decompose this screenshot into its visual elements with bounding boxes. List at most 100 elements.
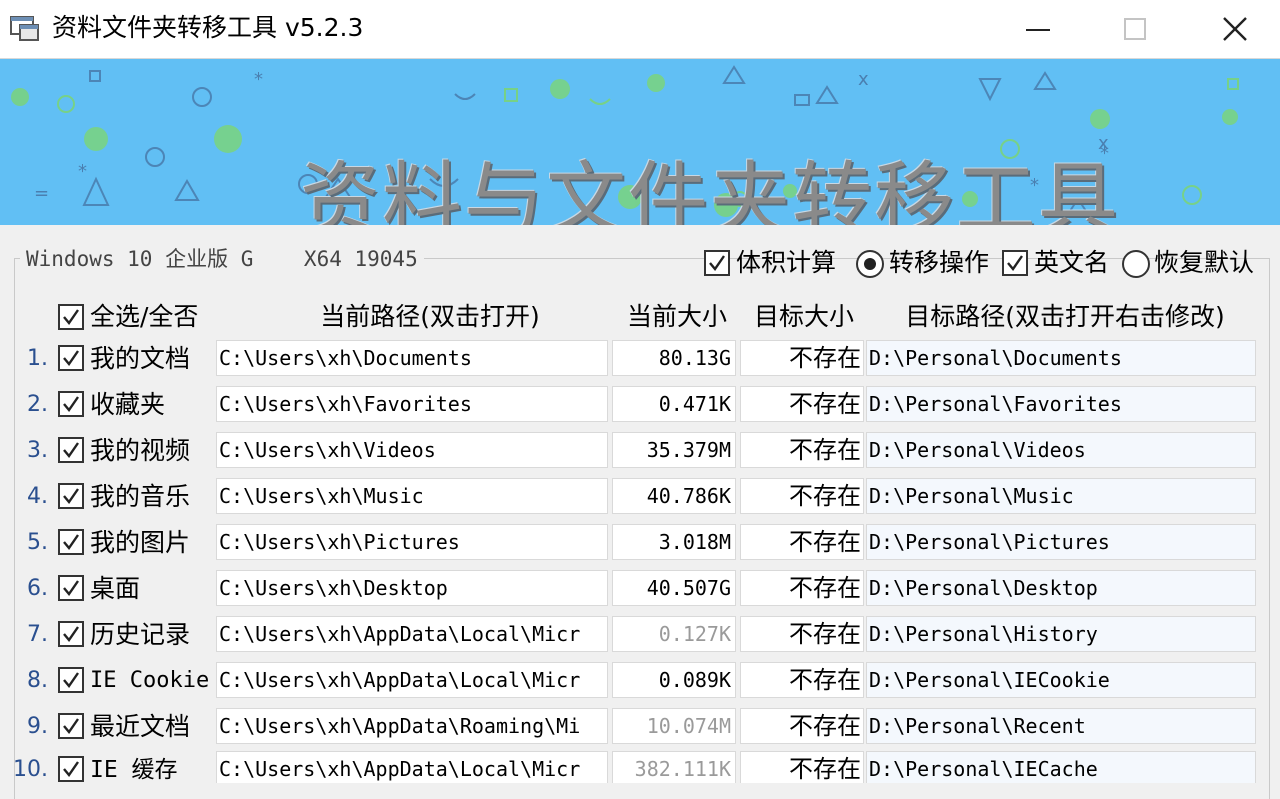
row-number: 5.: [27, 530, 48, 555]
row-label: IE 缓存: [90, 757, 178, 783]
target-size-field: 不存在: [740, 570, 864, 606]
target-path-field[interactable]: D:\Personal\Documents: [866, 340, 1256, 376]
restore-default-radio[interactable]: [1122, 250, 1150, 278]
table-row: 1. 我的文档 C:\Users\xh\Documents 80.13G 不存在…: [0, 336, 1280, 382]
table-row: 7. 历史记录 C:\Users\xh\AppData\Local\Micr 0…: [0, 612, 1280, 658]
transfer-op-label: 转移操作: [889, 248, 990, 277]
maximize-icon: [1124, 18, 1146, 40]
row-label: 历史记录: [90, 620, 191, 649]
banner: * * * * = x x 资料与文件夹转移工具: [0, 59, 1280, 225]
row-checkbox[interactable]: [58, 756, 84, 782]
close-icon: [1223, 17, 1247, 41]
title-bar[interactable]: 资料文件夹转移工具 v5.2.3: [0, 0, 1280, 59]
current-path-field[interactable]: C:\Users\xh\AppData\Local\Micr: [216, 662, 608, 698]
check-icon: [1007, 255, 1023, 271]
current-size-field: 35.379M: [612, 432, 736, 468]
current-path-field[interactable]: C:\Users\xh\Videos: [216, 432, 608, 468]
restore-default-label: 恢复默认: [1154, 248, 1255, 277]
banner-title: 资料与文件夹转移工具: [300, 153, 1120, 226]
header-target-size: 目标大小: [753, 302, 854, 331]
check-icon: [63, 534, 79, 550]
header-current-path: 当前路径(双击打开): [320, 302, 540, 331]
select-all-checkbox[interactable]: [58, 304, 84, 330]
row-label: 我的音乐: [90, 482, 191, 511]
current-path-field[interactable]: C:\Users\xh\Documents: [216, 340, 608, 376]
row-checkbox[interactable]: [58, 667, 84, 693]
table-row: 6. 桌面 C:\Users\xh\Desktop 40.507G 不存在 D:…: [0, 566, 1280, 612]
target-path-field[interactable]: D:\Personal\Videos: [866, 432, 1256, 468]
target-path-field[interactable]: D:\Personal\IECache: [866, 751, 1256, 783]
target-size-field: 不存在: [740, 751, 864, 783]
row-checkbox[interactable]: [58, 621, 84, 647]
current-size-field: 3.018M: [612, 524, 736, 560]
current-size-field: 40.786K: [612, 478, 736, 514]
target-size-field: 不存在: [740, 708, 864, 744]
current-size-field: 0.127K: [612, 616, 736, 652]
target-path-field[interactable]: D:\Personal\Pictures: [866, 524, 1256, 560]
row-number: 6.: [27, 576, 48, 601]
check-icon: [63, 350, 79, 366]
row-label: 桌面: [90, 574, 141, 603]
row-checkbox[interactable]: [58, 529, 84, 555]
table-row: 8. IE Cookie C:\Users\xh\AppData\Local\M…: [0, 658, 1280, 704]
row-label: 最近文档: [90, 712, 191, 741]
current-path-field[interactable]: C:\Users\xh\Desktop: [216, 570, 608, 606]
row-label: IE Cookie: [90, 668, 210, 693]
maximize-button[interactable]: [1090, 0, 1180, 58]
row-number: 10.: [13, 757, 48, 782]
row-label: 我的视频: [90, 436, 191, 465]
check-icon: [63, 488, 79, 504]
row-checkbox[interactable]: [58, 345, 84, 371]
target-path-field[interactable]: D:\Personal\Favorites: [866, 386, 1256, 422]
row-checkbox[interactable]: [58, 713, 84, 739]
target-path-field[interactable]: D:\Personal\Music: [866, 478, 1256, 514]
current-path-field[interactable]: C:\Users\xh\AppData\Roaming\Mi: [216, 708, 608, 744]
current-path-field[interactable]: C:\Users\xh\AppData\Local\Micr: [216, 616, 608, 652]
table-row: 9. 最近文档 C:\Users\xh\AppData\Roaming\Mi 1…: [0, 704, 1280, 750]
row-checkbox[interactable]: [58, 483, 84, 509]
current-path-field[interactable]: C:\Users\xh\Music: [216, 478, 608, 514]
target-path-field[interactable]: D:\Personal\Recent: [866, 708, 1256, 744]
svg-text:*: *: [78, 161, 87, 182]
row-checkbox[interactable]: [58, 437, 84, 463]
current-path-field[interactable]: C:\Users\xh\Favorites: [216, 386, 608, 422]
current-size-field: 0.471K: [612, 386, 736, 422]
size-calc-checkbox[interactable]: [704, 250, 730, 276]
target-path-field[interactable]: D:\Personal\History: [866, 616, 1256, 652]
check-icon: [63, 396, 79, 412]
row-number: 2.: [27, 392, 48, 417]
size-calc-label: 体积计算: [736, 248, 837, 277]
current-path-field[interactable]: C:\Users\xh\AppData\Local\Micr: [216, 751, 608, 783]
check-icon: [63, 580, 79, 596]
header-current-size: 当前大小: [626, 302, 727, 331]
row-number: 8.: [27, 668, 48, 693]
transfer-op-radio[interactable]: [856, 250, 884, 278]
target-path-field[interactable]: D:\Personal\IECookie: [866, 662, 1256, 698]
english-name-checkbox[interactable]: [1002, 250, 1028, 276]
current-path-field[interactable]: C:\Users\xh\Pictures: [216, 524, 608, 560]
target-size-field: 不存在: [740, 432, 864, 468]
row-label: 我的图片: [90, 528, 191, 557]
os-info: Windows 10 企业版 G X64 19045: [20, 244, 424, 274]
minimize-button[interactable]: [993, 0, 1083, 58]
header-target-path: 目标路径(双击打开右击修改): [905, 302, 1225, 331]
app-window-icon: [10, 16, 40, 42]
target-size-field: 不存在: [740, 478, 864, 514]
table-row: 2. 收藏夹 C:\Users\xh\Favorites 0.471K 不存在 …: [0, 382, 1280, 428]
row-checkbox[interactable]: [58, 391, 84, 417]
target-size-field: 不存在: [740, 662, 864, 698]
check-icon: [63, 718, 79, 734]
table-row: 5. 我的图片 C:\Users\xh\Pictures 3.018M 不存在 …: [0, 520, 1280, 566]
close-button[interactable]: [1190, 0, 1280, 58]
table-row: 10. IE 缓存 C:\Users\xh\AppData\Local\Micr…: [0, 747, 1280, 783]
row-checkbox[interactable]: [58, 575, 84, 601]
target-size-field: 不存在: [740, 616, 864, 652]
row-number: 9.: [27, 714, 48, 739]
target-path-field[interactable]: D:\Personal\Desktop: [866, 570, 1256, 606]
check-icon: [63, 761, 79, 777]
table-row: 3. 我的视频 C:\Users\xh\Videos 35.379M 不存在 D…: [0, 428, 1280, 474]
current-size-field: 382.111K: [612, 751, 736, 783]
check-icon: [63, 309, 79, 325]
current-size-field: 80.13G: [612, 340, 736, 376]
current-size-field: 40.507G: [612, 570, 736, 606]
